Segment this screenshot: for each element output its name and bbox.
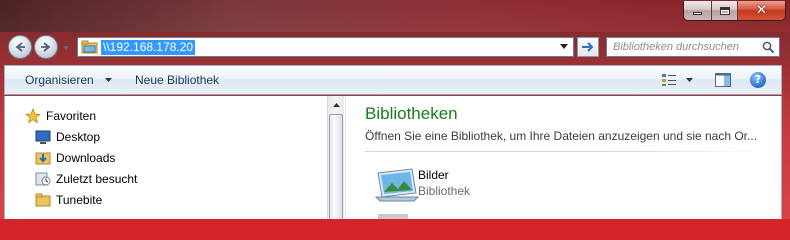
maximize-icon	[719, 6, 730, 15]
recent-pages-dropdown[interactable]	[62, 44, 70, 52]
window-frame: ✕ \\192.168.178.20 Bibliotheken durchsuc…	[0, 0, 790, 219]
back-arrow-icon	[15, 42, 25, 52]
back-button[interactable]	[8, 35, 32, 59]
pictures-library-icon[interactable]	[374, 163, 420, 203]
sidebar-item-favorites[interactable]: Favoriten	[25, 106, 96, 126]
change-view-icon[interactable]	[661, 73, 677, 87]
close-icon: ✕	[756, 3, 767, 18]
search-icon[interactable]	[762, 41, 775, 54]
sidebar-item-label: Zuletzt besucht	[56, 172, 138, 186]
scroll-up-button[interactable]	[328, 96, 344, 113]
caption-buttons: ✕	[683, 1, 786, 21]
library-item-partial	[378, 214, 408, 219]
library-item-name[interactable]: Bilder	[418, 168, 449, 182]
go-button[interactable]	[577, 37, 599, 57]
address-bar[interactable]: \\192.168.178.20	[77, 37, 574, 57]
content-area: Favoriten Desktop Downloads Zuletzt besu…	[4, 96, 782, 219]
sidebar-item-label: Favoriten	[46, 109, 97, 123]
folder-icon	[35, 193, 51, 207]
navigation-bar: \\192.168.178.20	[0, 31, 790, 63]
recent-places-icon	[35, 172, 51, 186]
star-icon	[25, 108, 41, 124]
preview-pane-icon[interactable]	[715, 73, 731, 87]
navigation-pane-scrollbar[interactable]	[327, 96, 344, 219]
organize-button[interactable]: Organisieren	[25, 66, 94, 94]
view-options-dropdown[interactable]	[686, 78, 693, 82]
sidebar-item-desktop[interactable]: Desktop	[35, 127, 100, 147]
forward-button[interactable]	[34, 35, 58, 59]
chevron-down-icon	[105, 78, 112, 82]
library-pane: Bibliotheken Öffnen Sie eine Bibliothek,…	[346, 96, 783, 219]
minimize-icon	[693, 12, 702, 15]
sidebar-item-downloads[interactable]: Downloads	[35, 148, 115, 168]
address-text[interactable]: \\192.168.178.20	[101, 39, 196, 55]
scroll-thumb[interactable]	[329, 114, 343, 219]
forward-arrow-icon	[41, 42, 51, 52]
page-title: Bibliotheken	[365, 104, 458, 123]
minimize-button[interactable]	[684, 1, 712, 20]
network-folder-icon	[81, 40, 98, 54]
library-description: Öffnen Sie eine Bibliothek, um Ihre Date…	[365, 129, 758, 143]
maximize-button[interactable]	[712, 1, 738, 20]
command-bar: Organisieren Neue Bibliothek ?	[4, 65, 782, 95]
title-bar	[0, 0, 790, 32]
sidebar-item-tunebite[interactable]: Tunebite	[35, 190, 102, 210]
go-arrow-icon	[582, 42, 594, 52]
new-library-button[interactable]: Neue Bibliothek	[135, 66, 219, 94]
library-item-type: Bibliothek	[418, 184, 471, 198]
close-button[interactable]: ✕	[738, 1, 785, 20]
sidebar-item-label: Downloads	[56, 151, 116, 165]
navigation-pane: Favoriten Desktop Downloads Zuletzt besu…	[5, 96, 325, 219]
sidebar-item-recent-places[interactable]: Zuletzt besucht	[35, 169, 137, 189]
sidebar-item-label: Desktop	[56, 130, 101, 144]
search-input[interactable]	[613, 41, 763, 53]
address-dropdown-button[interactable]	[555, 38, 573, 56]
divider	[365, 151, 765, 152]
search-box[interactable]	[606, 37, 780, 57]
sidebar-item-label: Tunebite	[56, 193, 103, 207]
chevron-down-icon	[560, 44, 568, 49]
downloads-folder-icon	[35, 152, 51, 165]
desktop-icon	[35, 130, 51, 144]
help-button[interactable]: ?	[750, 72, 766, 88]
chevron-up-icon	[332, 102, 340, 107]
